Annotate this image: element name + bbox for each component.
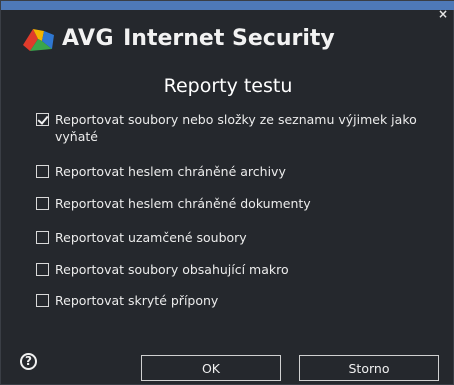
option-label: Reportovat heslem chráněné dokumenty [55, 196, 311, 211]
product-name: Internet Security [123, 26, 335, 51]
option-label: Reportovat heslem chráněné archivy [55, 164, 286, 179]
option-password-documents[interactable]: Reportovat heslem chráněné dokumenty [36, 195, 427, 212]
brand-name: AVG [62, 26, 115, 51]
option-hidden-extensions[interactable]: Reportovat skryté přípony [36, 292, 427, 309]
title-strip [1, 1, 454, 10]
cancel-button[interactable]: Storno [299, 355, 439, 381]
checkbox[interactable] [36, 197, 49, 210]
checkbox[interactable] [36, 263, 49, 276]
checkbox[interactable] [36, 294, 49, 307]
help-icon[interactable]: ? [20, 353, 37, 370]
checkbox[interactable] [36, 165, 49, 178]
option-password-archives[interactable]: Reportovat heslem chráněné archivy [36, 163, 427, 180]
avg-logo-icon [23, 29, 54, 51]
option-label: Reportovat soubory obsahující makro [55, 262, 289, 277]
option-label: Reportovat uzamčené soubory [55, 230, 247, 245]
ok-button[interactable]: OK [141, 355, 281, 381]
checkbox[interactable] [36, 113, 49, 126]
app-brand: AVG Internet Security [62, 26, 335, 54]
option-exclusions-as-excluded[interactable]: Reportovat soubory nebo složky ze seznam… [36, 111, 427, 145]
close-icon[interactable]: × [436, 7, 450, 21]
option-macro-files[interactable]: Reportovat soubory obsahující makro [36, 261, 427, 278]
option-label: Reportovat soubory nebo složky ze seznam… [55, 112, 417, 144]
option-label: Reportovat skryté přípony [55, 293, 219, 308]
option-locked-files[interactable]: Reportovat uzamčené soubory [36, 229, 427, 246]
report-settings-dialog: × AVG Internet Security Reporty testu Re… [0, 0, 454, 385]
checkbox[interactable] [36, 231, 49, 244]
dialog-title: Reporty testu [163, 75, 293, 97]
